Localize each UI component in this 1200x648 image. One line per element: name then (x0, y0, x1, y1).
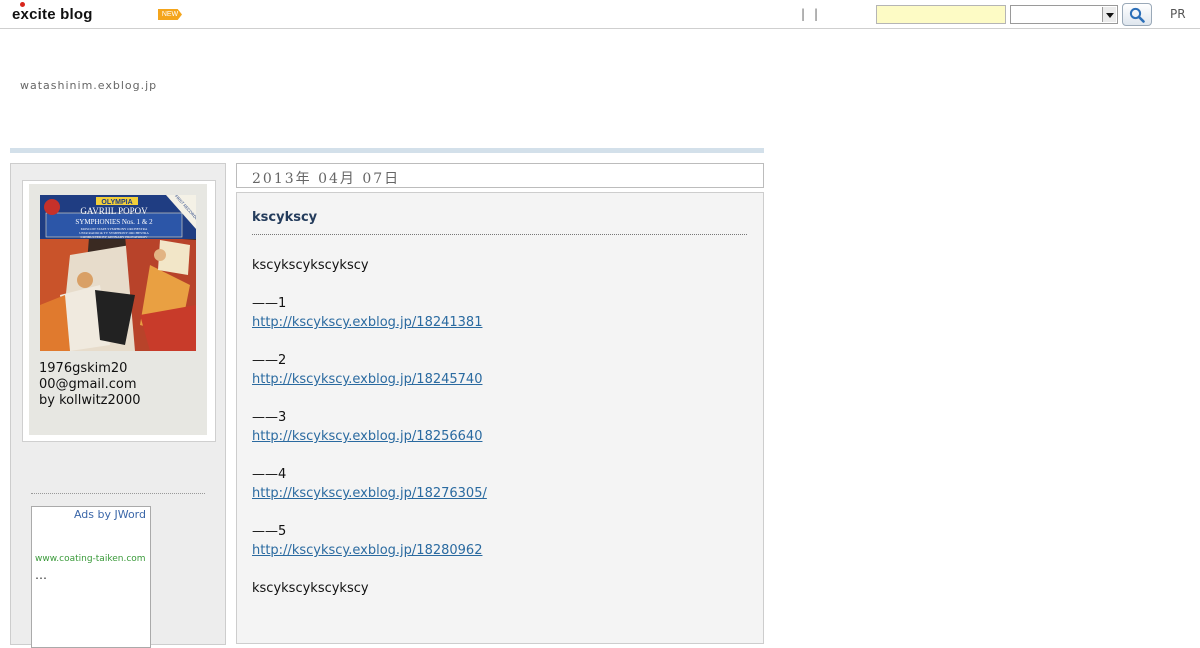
profile-image[interactable]: OLYMPIA GAVRIIL POPOV SYMPHONIES Nos. 1 … (40, 195, 196, 351)
post-outro: kscykscykscykscy (252, 581, 369, 596)
album-title: SYMPHONIES Nos. 1 & 2 (75, 218, 153, 226)
item-label: ——4 (252, 467, 287, 482)
header-divider (10, 148, 764, 153)
logo-text-start: e (12, 6, 21, 23)
profile-panel: OLYMPIA GAVRIIL POPOV SYMPHONIES Nos. 1 … (29, 184, 207, 435)
logo-x-mark: x (20, 6, 30, 23)
left-sidebar: OLYMPIA GAVRIIL POPOV SYMPHONIES Nos. 1 … (10, 163, 226, 648)
post-date: 2013年 04月 07日 (252, 171, 401, 187)
menu-separator: | (814, 7, 819, 21)
post-date-bar: 2013年 04月 07日 (236, 163, 764, 188)
menu-separator: | (801, 7, 806, 21)
list-item: ——2 http://kscykscy.exblog.jp/18245740 (252, 351, 747, 389)
chevron-down-icon[interactable] (1102, 7, 1116, 22)
item-label: ——2 (252, 353, 287, 368)
item-label: ——1 (252, 296, 287, 311)
item-label: ——3 (252, 410, 287, 425)
post-link[interactable]: http://kscykscy.exblog.jp/18245740 (252, 372, 482, 387)
list-item: ——4 http://kscykscy.exblog.jp/18276305/ (252, 465, 747, 503)
album-artist: GAVRIIL POPOV (80, 206, 148, 216)
search-input[interactable] (876, 5, 1006, 24)
profile-email-part-2: 00@gmail.com (39, 377, 137, 392)
title-divider (252, 234, 747, 235)
post-title[interactable]: kscykscy (252, 210, 317, 225)
item-label: ——5 (252, 524, 287, 539)
ad-box[interactable]: Ads by JWord www.coating-taiken.com … (31, 506, 151, 648)
post-entry: kscykscy kscykscykscykscy ——1 http://ksc… (236, 192, 764, 644)
ad-label[interactable]: Ads by JWord (74, 508, 146, 521)
pr-link[interactable]: PR (1170, 7, 1186, 21)
list-item: ——5 http://kscykscy.exblog.jp/18280962 (252, 522, 747, 560)
profile-email-part-1: 1976gskim20 (39, 361, 128, 376)
search-scope-select[interactable] (1010, 5, 1118, 24)
list-item: ——3 http://kscykscy.exblog.jp/18256640 (252, 408, 747, 446)
album-label: OLYMPIA (101, 199, 132, 206)
top-bar: excite blog NEW | | PR (0, 0, 1200, 29)
profile-card: OLYMPIA GAVRIIL POPOV SYMPHONIES Nos. 1 … (22, 180, 216, 442)
post-link[interactable]: http://kscykscy.exblog.jp/18276305/ (252, 486, 487, 501)
blog-url[interactable]: watashinim.exblog.jp (20, 79, 157, 92)
list-item: ——1 http://kscykscy.exblog.jp/18241381 (252, 294, 747, 332)
search-icon (1129, 7, 1145, 23)
logo-text-end: cite blog (29, 6, 93, 23)
ad-link[interactable]: www.coating-taiken.com (35, 554, 146, 564)
post-intro: kscykscykscykscy (252, 258, 369, 273)
post-link[interactable]: http://kscykscy.exblog.jp/18280962 (252, 543, 482, 558)
post-link[interactable]: http://kscykscy.exblog.jp/18241381 (252, 315, 482, 330)
search-button[interactable] (1122, 3, 1152, 26)
excite-blog-logo[interactable]: excite blog (12, 6, 93, 23)
sidebar-divider (31, 493, 205, 494)
ad-more: … (35, 568, 47, 582)
new-badge[interactable]: NEW (158, 9, 182, 20)
profile-description: 1976gskim20 00@gmail.com by kollwitz2000 (39, 361, 141, 409)
post-body: kscykscykscykscy ——1 http://kscykscy.exb… (252, 256, 747, 617)
profile-author: by kollwitz2000 (39, 393, 141, 408)
post-link[interactable]: http://kscykscy.exblog.jp/18256640 (252, 429, 482, 444)
album-credit: CONDUCTED BY GENNADY PROVATOROV (81, 235, 149, 239)
